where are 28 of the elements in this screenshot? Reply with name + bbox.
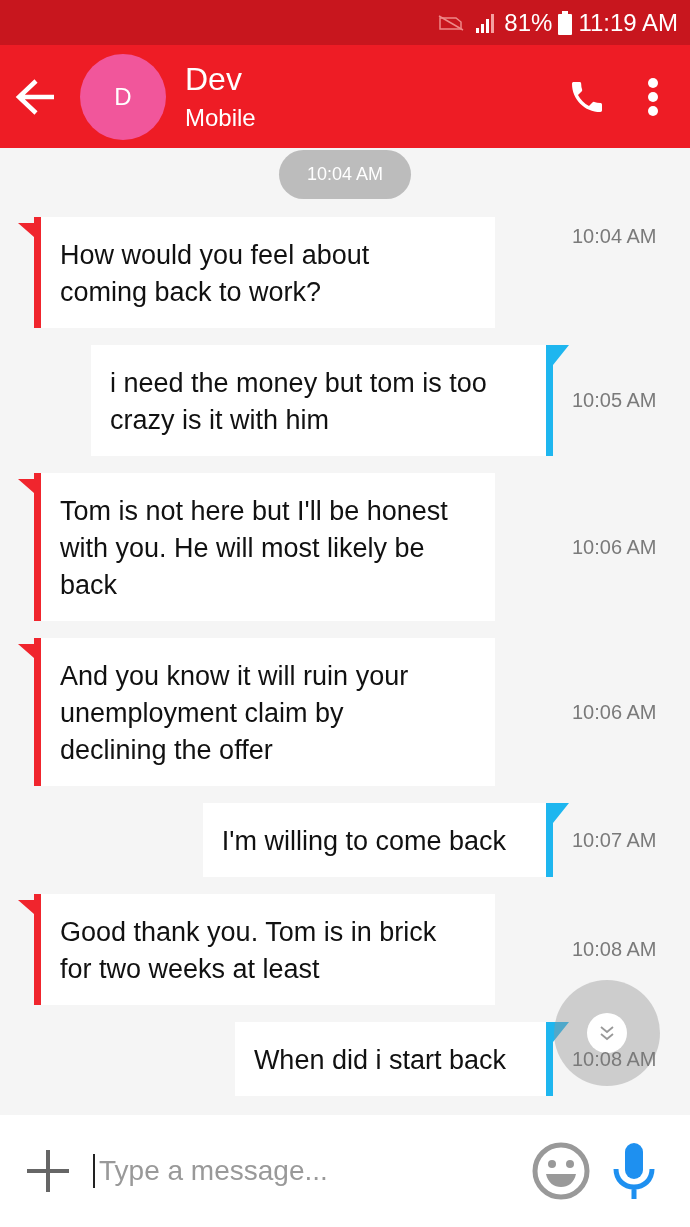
contact-name: Dev	[185, 61, 243, 98]
double-chevron-icon	[587, 1013, 627, 1053]
message-text: When did i start back	[253, 1044, 506, 1077]
message-time: 10:05 AM	[572, 389, 657, 412]
clock: 11:19 AM	[578, 8, 678, 37]
more-options-icon[interactable]	[647, 76, 659, 117]
contact-avatar[interactable]: D	[80, 53, 166, 140]
message-time: 10:04 AM	[572, 225, 657, 248]
message-time: 10:07 AM	[572, 828, 657, 852]
battery-icon	[558, 10, 573, 35]
emoji-icon[interactable]	[532, 1142, 590, 1200]
message-time: 10:08 AM	[572, 1047, 657, 1071]
microphone-icon[interactable]	[612, 1143, 656, 1199]
message-text: How would you feel about coming back to work?	[60, 239, 371, 309]
contact-phone-type: Mobile	[185, 104, 257, 132]
add-icon[interactable]	[25, 1148, 71, 1194]
message-text: Good thank you. Tom is in brick for two weeks at least	[60, 916, 438, 986]
message-text: I'm willing to come back	[221, 825, 506, 858]
message-time: 10:08 AM	[572, 938, 657, 961]
message-time: 10:06 AM	[572, 535, 657, 559]
date-chip: 10:04 AM	[278, 150, 412, 199]
no-sim-icon	[438, 14, 465, 31]
message-input-field[interactable]: Type a message...	[93, 1154, 510, 1188]
message-time: 10:06 AM	[572, 700, 657, 724]
battery-percent: 81%	[504, 8, 553, 37]
message-text: And you know it will ruin your unemployment claim by declining the offer	[60, 660, 410, 767]
message-text: i need the money but tom is too crazy is it with him	[110, 367, 488, 437]
message-text: Tom is not here but I'll be honest with you. He will most likely be back	[60, 495, 449, 602]
